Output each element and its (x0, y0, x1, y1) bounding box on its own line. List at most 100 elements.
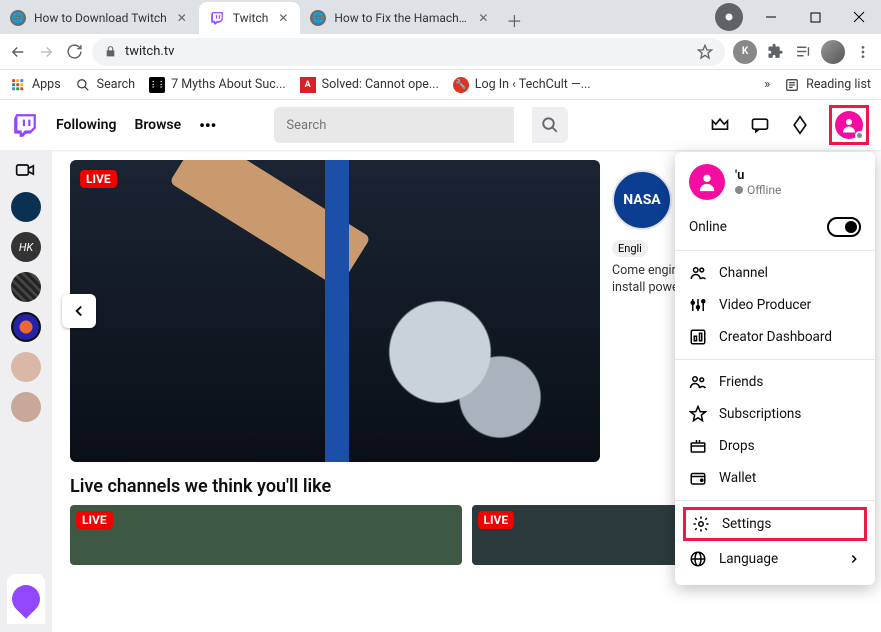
browser-titlebar: 🌐 How to Download Twitch ✕ Twitch ✕ 🌐 Ho… (0, 0, 881, 34)
online-toggle-row[interactable]: Online (675, 210, 875, 244)
extension-k-icon[interactable]: K (733, 40, 757, 64)
menu-settings[interactable]: Settings (683, 507, 867, 541)
bookmark-label: Reading list (806, 77, 871, 92)
menu-label: Video Producer (719, 297, 811, 313)
online-toggle[interactable] (827, 217, 861, 237)
menu-creator-dashboard[interactable]: Creator Dashboard (675, 321, 875, 353)
browser-tab[interactable]: 🌐 How to Fix the Hamachi T ✕ (300, 2, 500, 34)
bookmark-item[interactable]: 🔧 Log In ‹ TechCult —... (453, 77, 591, 93)
wallet-icon (689, 469, 707, 487)
left-sidebar: HK (0, 150, 52, 632)
menu-video-producer[interactable]: Video Producer (675, 289, 875, 321)
camera-icon[interactable] (15, 160, 37, 182)
inbox-icon (689, 437, 707, 455)
bookmark-item[interactable]: Search (75, 77, 135, 93)
maximize-button[interactable] (793, 2, 837, 32)
menu-label: Online (689, 219, 727, 235)
url-field[interactable]: twitch.tv (92, 38, 725, 66)
bookmark-label: Solved: Cannot ope... (322, 77, 439, 92)
followed-channel-avatar[interactable] (11, 392, 41, 422)
twitch-favicon-icon (209, 10, 225, 26)
bookmarks-overflow[interactable]: » (764, 77, 770, 92)
menu-label: Settings (722, 516, 771, 532)
sidebar-recommend-card[interactable] (7, 574, 45, 624)
back-button[interactable] (8, 42, 28, 62)
menu-channel[interactable]: Channel (675, 257, 875, 289)
tab-title: Twitch (233, 11, 269, 25)
apps-shortcut[interactable]: Apps (10, 77, 61, 93)
channel-icon (689, 264, 707, 282)
menu-wallet[interactable]: Wallet (675, 462, 875, 494)
url-text: twitch.tv (125, 44, 174, 59)
incognito-icon[interactable] (715, 3, 743, 31)
menu-label: Friends (719, 374, 763, 390)
search-field[interactable] (286, 118, 502, 133)
dropdown-username: 'u (735, 168, 781, 183)
carousel-prev-button[interactable] (62, 294, 96, 328)
nav-browse[interactable]: Browse (134, 117, 181, 133)
followed-channel-avatar[interactable] (11, 272, 41, 302)
bookmark-label: Search (97, 77, 135, 92)
apps-grid-icon (10, 77, 26, 93)
menu-friends[interactable]: Friends (675, 366, 875, 398)
prime-loot-icon[interactable] (709, 114, 731, 136)
bookmark-item[interactable]: A Solved: Cannot ope... (300, 77, 439, 93)
menu-label: Drops (719, 438, 755, 454)
minimize-button[interactable] (749, 2, 793, 32)
bookmark-item[interactable]: ⋮⋮ 7 Myths About Suc... (149, 77, 286, 93)
menu-label: Language (719, 551, 778, 567)
followed-channel-avatar[interactable] (11, 352, 41, 382)
user-avatar-icon (689, 164, 725, 200)
followed-channel-avatar[interactable] (11, 192, 41, 222)
stream-overlay-text: U.S. SPACE WALK (334, 210, 348, 351)
followed-channel-avatar[interactable] (11, 312, 41, 342)
close-icon[interactable]: ✕ (175, 11, 189, 25)
globe-icon: 🌐 (10, 10, 26, 26)
profile-avatar-icon[interactable] (821, 40, 845, 64)
status-dot-icon (855, 131, 864, 140)
sliders-icon (689, 296, 707, 314)
tab-title: How to Download Twitch (34, 11, 167, 25)
close-icon[interactable]: ✕ (276, 11, 290, 25)
stream-thumbnail[interactable]: LIVE (70, 505, 462, 565)
menu-language[interactable]: Language (675, 543, 875, 575)
channel-logo[interactable]: NASA (612, 170, 672, 230)
chevron-right-icon: » (764, 77, 770, 92)
forward-button[interactable] (36, 42, 56, 62)
bookmark-star-icon[interactable] (697, 44, 713, 60)
menu-drops[interactable]: Drops (675, 430, 875, 462)
reading-list-button[interactable]: Reading list (784, 77, 871, 93)
reload-button[interactable] (64, 42, 84, 62)
bookmark-label: 7 Myths About Suc... (171, 77, 286, 92)
stream-tag[interactable]: Engli (612, 240, 648, 257)
browser-tab-active[interactable]: Twitch ✕ (199, 2, 301, 34)
dropdown-header: 'u Offline (675, 162, 875, 210)
search-input[interactable] (274, 107, 514, 143)
whispers-icon[interactable] (749, 114, 771, 136)
close-icon[interactable]: ✕ (476, 11, 490, 25)
tab-title: How to Fix the Hamachi T (334, 11, 468, 25)
followed-channel-avatar[interactable]: HK (11, 232, 41, 262)
search-icon (75, 77, 91, 93)
menu-subscriptions[interactable]: Subscriptions (675, 398, 875, 430)
featured-stream[interactable]: U.S. SPACE WALK LIVE (70, 160, 600, 462)
search-button[interactable] (532, 107, 568, 143)
live-badge: LIVE (478, 511, 515, 529)
adobe-favicon-icon: A (300, 77, 316, 93)
close-window-button[interactable] (837, 2, 881, 32)
twitch-logo-icon[interactable] (12, 112, 38, 138)
live-badge: LIVE (80, 170, 117, 188)
bits-icon[interactable] (789, 114, 811, 136)
new-tab-button[interactable]: ＋ (500, 6, 528, 34)
menu-label: Wallet (719, 470, 756, 486)
menu-label: Subscriptions (719, 406, 801, 422)
nav-more-button[interactable]: ••• (199, 116, 216, 135)
extensions-icon[interactable] (765, 42, 785, 62)
bookmark-label: Apps (32, 77, 61, 92)
menu-label: Channel (719, 265, 768, 281)
user-menu-button[interactable] (829, 105, 869, 145)
media-icon[interactable] (793, 42, 813, 62)
browser-tab[interactable]: 🌐 How to Download Twitch ✕ (0, 2, 199, 34)
nav-following[interactable]: Following (56, 117, 116, 133)
chrome-menu-button[interactable] (853, 42, 873, 62)
